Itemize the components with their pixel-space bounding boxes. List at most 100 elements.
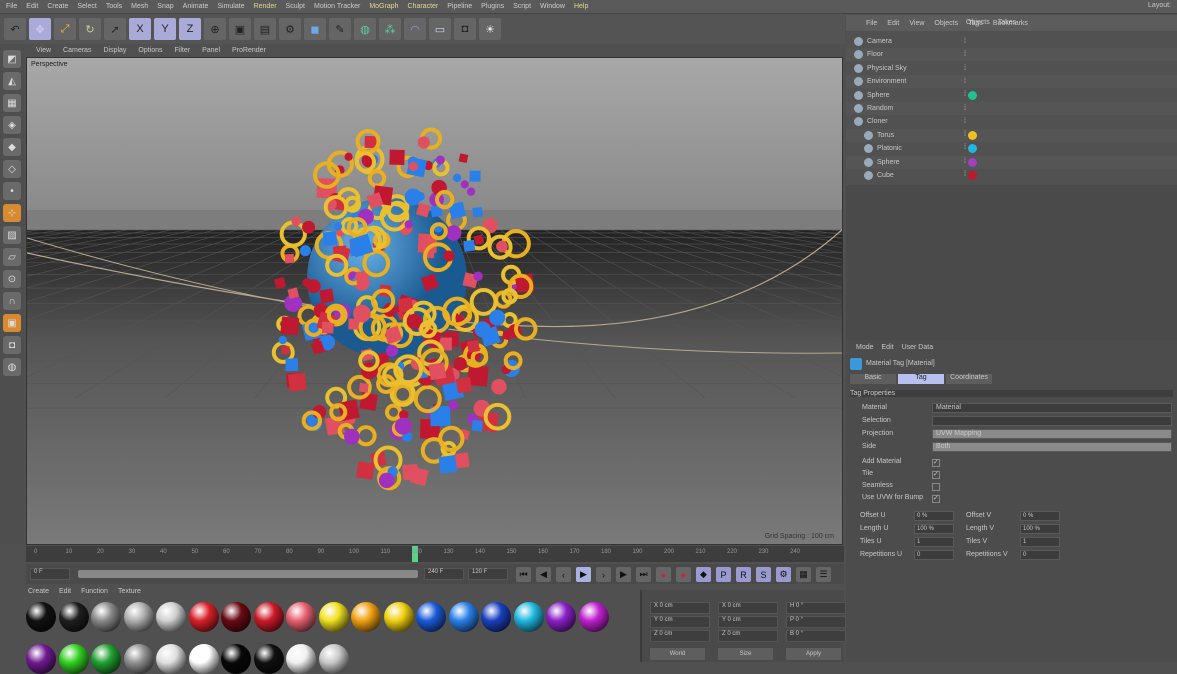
array-icon[interactable]: ⁂ xyxy=(379,18,401,40)
object-row[interactable]: Floor⁞ xyxy=(846,48,1177,61)
menu-render[interactable]: Render xyxy=(254,3,277,10)
camera-icon[interactable]: ◘ xyxy=(454,18,476,40)
material-swatch[interactable] xyxy=(26,602,56,632)
visibility-dots-icon[interactable]: ⁞ xyxy=(964,78,966,85)
object-row[interactable]: Physical Sky⁞ xyxy=(846,62,1177,75)
material-swatch[interactable] xyxy=(59,602,89,632)
menu-edit[interactable]: Edit xyxy=(26,3,38,10)
coords-apply-button[interactable]: Apply xyxy=(786,648,841,660)
menu-file[interactable]: File xyxy=(6,3,17,10)
camera-icon[interactable]: ◘ xyxy=(3,336,21,354)
coordinate-field[interactable]: Y 0 cm xyxy=(650,616,710,628)
material-swatch[interactable] xyxy=(189,644,219,674)
projection-field[interactable]: UVW Mapping xyxy=(932,429,1172,439)
checker-icon[interactable]: ▦ xyxy=(3,94,21,112)
material-swatch[interactable] xyxy=(384,602,414,632)
current-frame-field[interactable]: 120 F xyxy=(468,568,508,580)
menu-sculpt[interactable]: Sculpt xyxy=(286,3,305,10)
move-icon[interactable]: ✥ xyxy=(29,18,51,40)
attr-menu-edit[interactable]: Edit xyxy=(882,344,894,351)
texture-icon[interactable]: ▨ xyxy=(3,226,21,244)
viewport-menu-cameras[interactable]: Cameras xyxy=(63,47,91,54)
coordinate-system-icon[interactable]: ⊕ xyxy=(204,18,226,40)
length-v-field[interactable]: 100 % xyxy=(1020,524,1060,534)
menu-pipeline[interactable]: Pipeline xyxy=(447,3,472,10)
coordinate-field[interactable]: X 0 cm xyxy=(650,602,710,614)
material-swatch[interactable] xyxy=(91,644,121,674)
prev-key-button[interactable]: ◀ xyxy=(536,567,551,582)
go-to-start-button[interactable]: ⏮ xyxy=(516,567,531,582)
coordinate-field[interactable]: H 0 ° xyxy=(786,602,846,614)
coordinate-field[interactable]: Z 0 cm xyxy=(650,630,710,642)
start-frame-field[interactable]: 0 F xyxy=(30,568,70,580)
tab-tag[interactable]: Tag xyxy=(898,374,944,384)
object-row[interactable]: Environment⁞ xyxy=(846,75,1177,88)
go-to-end-button[interactable]: ⏭ xyxy=(636,567,651,582)
next-key-button[interactable]: ▶ xyxy=(616,567,631,582)
visibility-dots-icon[interactable]: ⁞ xyxy=(964,131,966,140)
repetitions-v-field[interactable]: 0 xyxy=(1020,550,1060,560)
selection-field[interactable] xyxy=(932,416,1172,426)
menu-mograph[interactable]: MoGraph xyxy=(369,3,398,10)
material-swatch[interactable] xyxy=(254,602,284,632)
material-swatch[interactable] xyxy=(221,602,251,632)
material-swatch[interactable] xyxy=(221,644,251,674)
visibility-dots-icon[interactable]: ⁞ xyxy=(964,91,966,100)
undo-icon[interactable]: ↶ xyxy=(4,18,26,40)
visibility-dots-icon[interactable]: ⁞ xyxy=(964,38,966,45)
material-menu-function[interactable]: Function xyxy=(81,588,108,595)
material-swatch[interactable] xyxy=(319,644,349,674)
material-swatch[interactable] xyxy=(546,602,576,632)
rotate-icon[interactable]: ↻ xyxy=(79,18,101,40)
object-row[interactable]: Sphere⁞ xyxy=(846,89,1177,102)
model-icon[interactable]: ◈ xyxy=(3,116,21,134)
magnet-icon[interactable]: ∩ xyxy=(3,292,21,310)
record-button[interactable]: ● xyxy=(656,567,671,582)
menu-help[interactable]: Help xyxy=(574,3,588,10)
subdivision-icon[interactable]: ◍ xyxy=(354,18,376,40)
render-view-icon[interactable]: ▣ xyxy=(229,18,251,40)
timeline-ruler[interactable]: 0102030405060708090100110120130140150160… xyxy=(26,546,844,562)
menu-plugins[interactable]: Plugins xyxy=(481,3,504,10)
menu-script[interactable]: Script xyxy=(513,3,531,10)
om-menu-edit[interactable]: Edit xyxy=(887,20,899,27)
tile-checkbox[interactable]: ✓ xyxy=(932,471,940,479)
material-swatch[interactable] xyxy=(156,602,186,632)
coordinate-field[interactable]: B 0 ° xyxy=(786,630,846,642)
material-swatch[interactable] xyxy=(189,602,219,632)
length-u-field[interactable]: 100 % xyxy=(914,524,954,534)
material-tag-icon[interactable] xyxy=(968,131,977,140)
x-axis-button[interactable]: X xyxy=(129,18,151,40)
use-uvw-for-bump-checkbox[interactable]: ✓ xyxy=(932,495,940,503)
tiles-v-field[interactable]: 1 xyxy=(1020,537,1060,547)
viewport-menu-panel[interactable]: Panel xyxy=(202,47,220,54)
side-field[interactable]: Both xyxy=(932,442,1172,452)
menu-mesh[interactable]: Mesh xyxy=(131,3,148,10)
menu-tools[interactable]: Tools xyxy=(106,3,122,10)
object-row[interactable]: Random⁞ xyxy=(846,102,1177,115)
viewport-menu-filter[interactable]: Filter xyxy=(175,47,191,54)
material-tag-icon[interactable] xyxy=(968,158,977,167)
tiles-u-field[interactable]: 1 xyxy=(914,537,954,547)
coordinate-field[interactable]: Z 0 cm xyxy=(718,630,778,642)
om-menu-view[interactable]: View xyxy=(909,20,924,27)
prev-frame-button[interactable]: ‹ xyxy=(556,567,571,582)
menu-animate[interactable]: Animate xyxy=(183,3,209,10)
polygon-icon[interactable]: ◆ xyxy=(3,138,21,156)
globe-icon[interactable]: ◍ xyxy=(3,358,21,376)
pla-key-button[interactable]: ▦ xyxy=(796,567,811,582)
autokey-button[interactable]: ● xyxy=(676,567,691,582)
material-swatch[interactable] xyxy=(416,602,446,632)
material-field[interactable]: Material xyxy=(932,403,1172,413)
menu-character[interactable]: Character xyxy=(408,3,439,10)
material-swatch[interactable] xyxy=(156,644,186,674)
coords-world-button[interactable]: World xyxy=(650,648,705,660)
next-frame-button[interactable]: › xyxy=(596,567,611,582)
material-menu-texture[interactable]: Texture xyxy=(118,588,141,595)
cone-icon[interactable]: ◭ xyxy=(3,72,21,90)
material-swatch[interactable] xyxy=(124,602,154,632)
layout-label[interactable]: Layout: xyxy=(1148,2,1171,9)
tab-coordinates[interactable]: Coordinates xyxy=(946,374,992,384)
material-swatch[interactable] xyxy=(579,602,609,632)
keyframe-selection-button[interactable]: ◆ xyxy=(696,567,711,582)
